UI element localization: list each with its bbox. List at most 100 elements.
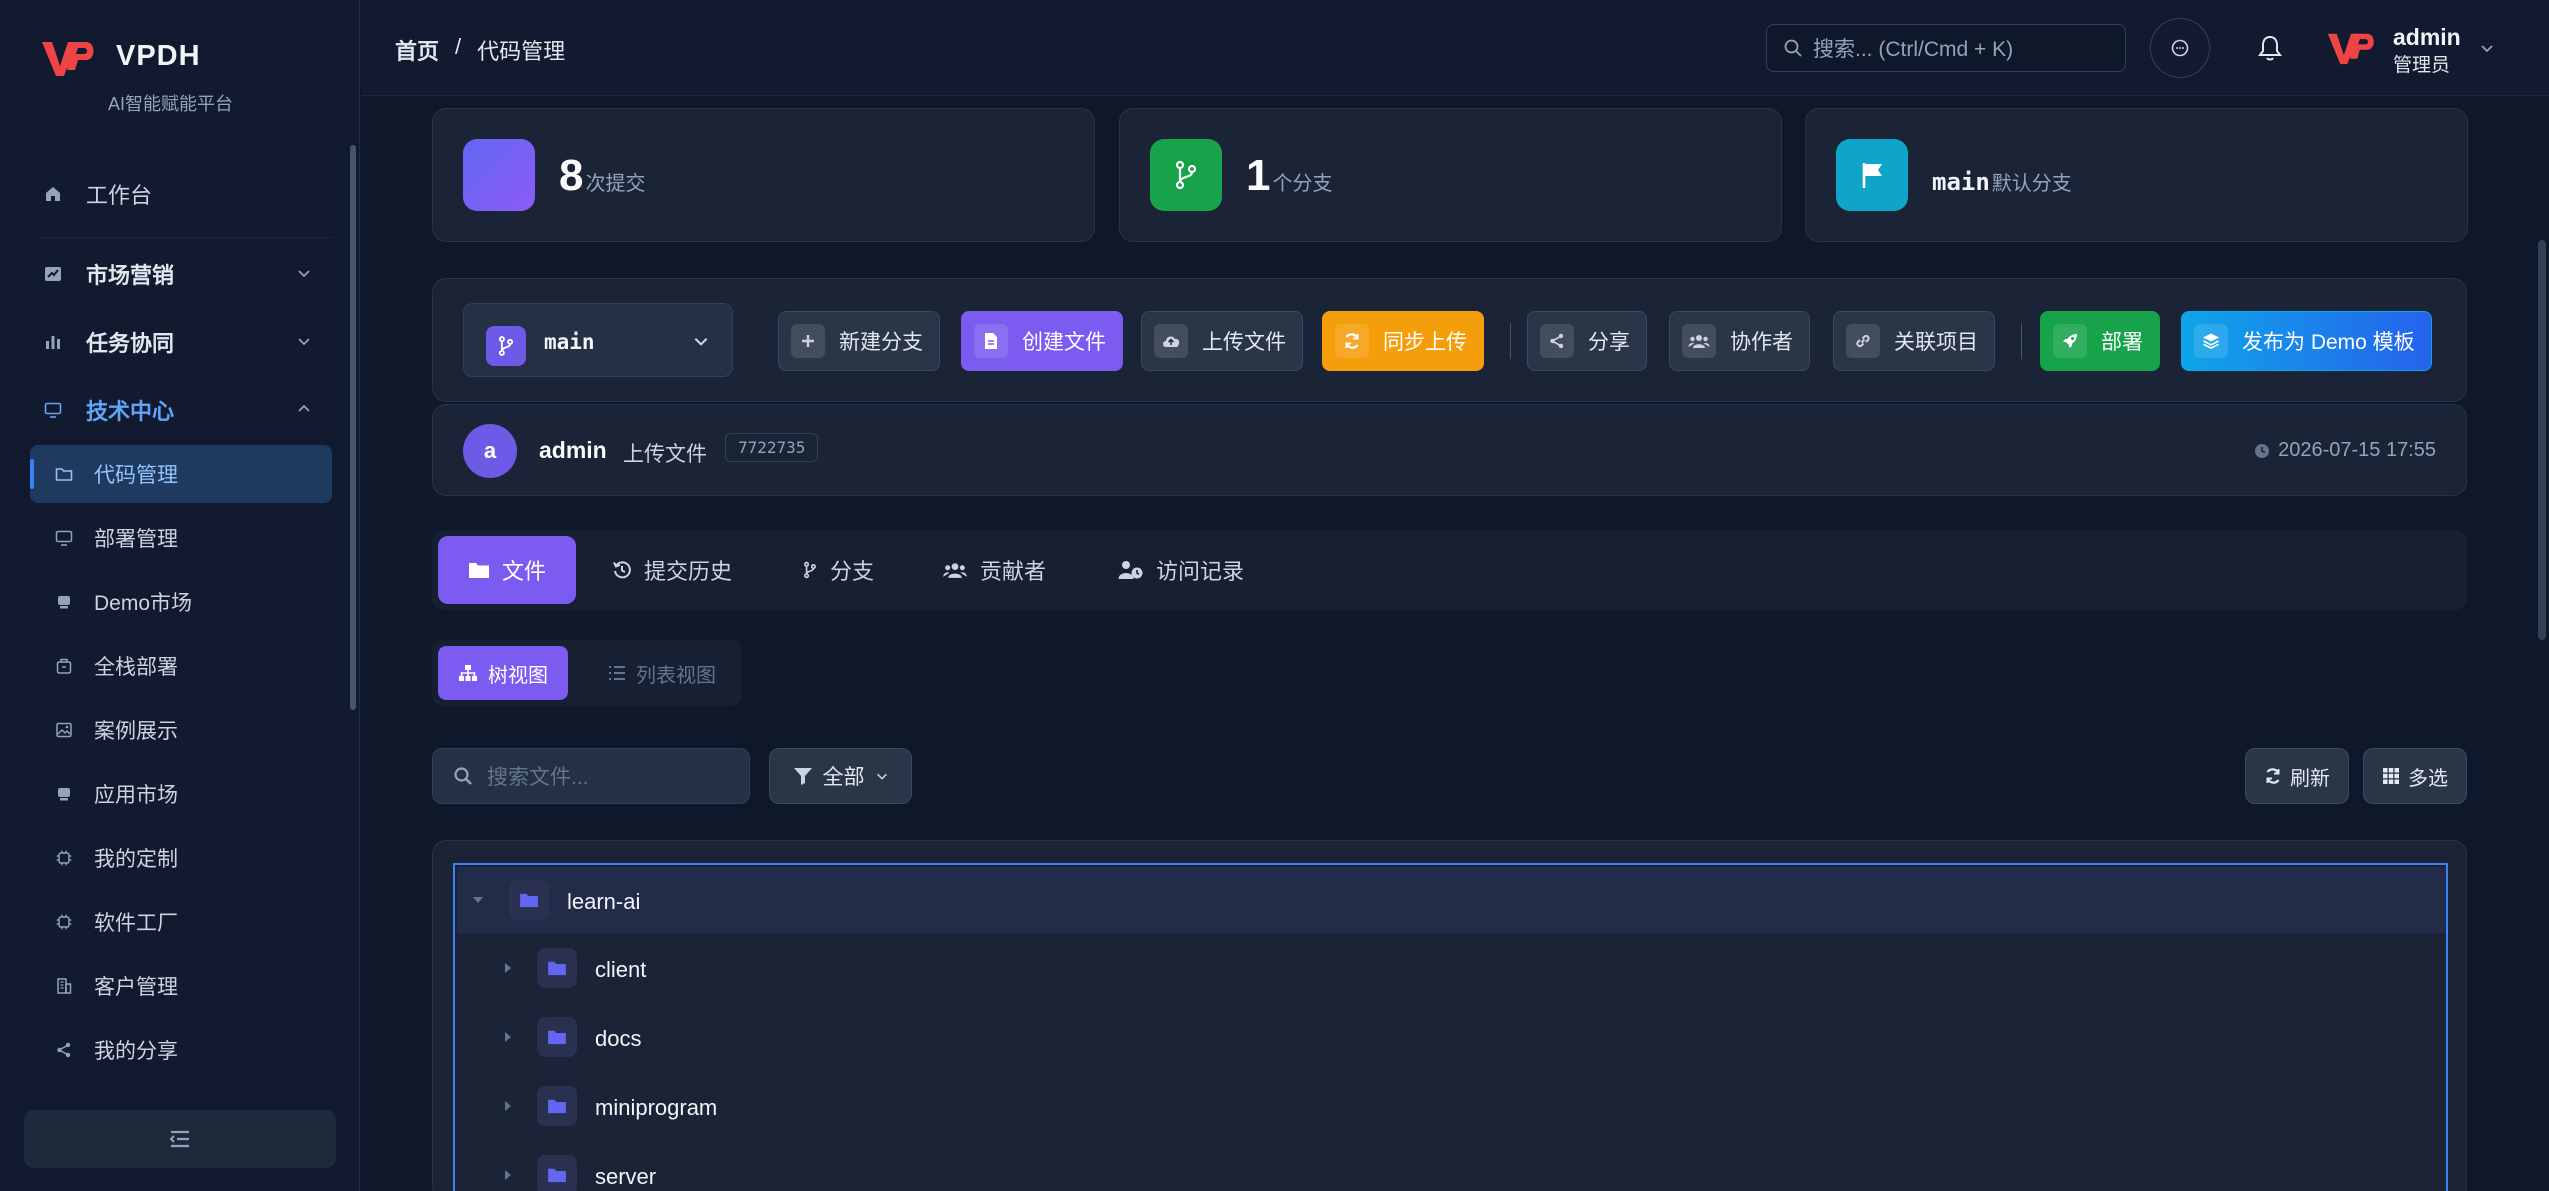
caret-right-icon[interactable] <box>501 961 515 975</box>
caret-right-icon[interactable] <box>501 1168 515 1182</box>
filter-icon <box>793 768 812 785</box>
toolbar-separator <box>2021 323 2022 359</box>
tab-contributors[interactable]: 贡献者 <box>912 536 1076 604</box>
sync-upload-button[interactable]: 同步上传 <box>1322 311 1484 371</box>
folder-icon <box>54 464 74 484</box>
tab-commit-history[interactable]: 提交历史 <box>582 536 762 604</box>
stat-default-branch: main 默认分支 <box>1932 167 2072 196</box>
image-icon <box>54 720 74 740</box>
file-search-input[interactable]: 搜索文件... <box>432 748 750 804</box>
sidebar-item-label: 我的分享 <box>94 1040 178 1063</box>
sidebar-item-label: 工作台 <box>86 183 153 208</box>
stat-commits: 8 次提交 <box>559 151 645 201</box>
sidebar-item-label: 代码管理 <box>94 464 178 487</box>
sidebar-item-workbench[interactable]: 工作台 <box>22 165 332 223</box>
link-project-label: 关联项目 <box>1894 331 1978 354</box>
collapse-menu-icon <box>169 1130 189 1148</box>
breadcrumb-separator: / <box>455 34 462 59</box>
chevron-down-icon <box>298 270 310 278</box>
stat-branches-unit: 个分支 <box>1272 173 1333 195</box>
collaborators-button[interactable]: 协作者 <box>1669 311 1810 371</box>
breadcrumb: 首页 / 代码管理 <box>395 34 565 66</box>
chat-button[interactable] <box>2150 18 2210 78</box>
sidebar-item-label: 我的定制 <box>94 848 178 871</box>
list-view-button[interactable]: 列表视图 <box>588 646 736 700</box>
tree-item-name: client <box>595 957 647 982</box>
brand-tagline: AI智能赋能平台 <box>108 94 234 114</box>
upload-file-label: 上传文件 <box>1202 331 1286 354</box>
publish-demo-button[interactable]: 发布为 Demo 模板 <box>2181 311 2432 371</box>
stat-default-branch-unit: 默认分支 <box>1991 173 2072 195</box>
commit-author: admin <box>539 437 607 463</box>
tab-branches[interactable]: 分支 <box>772 536 904 604</box>
sidebar-scrollbar[interactable] <box>350 145 356 710</box>
chat-icon <box>2171 39 2189 57</box>
commit-hash[interactable]: 7722735 <box>725 433 819 462</box>
search-icon <box>453 766 473 786</box>
sidebar-item-code-management[interactable]: 代码管理 <box>30 445 332 503</box>
avatar: a <box>463 424 517 478</box>
sidebar-item-tech-center[interactable]: 技术中心 <box>22 381 332 439</box>
stat-commits-value: 8 <box>559 151 584 200</box>
tree-row[interactable]: learn-ai <box>457 867 2446 933</box>
user-avatar-logo[interactable] <box>2326 28 2376 68</box>
sidebar-item-case-showcase[interactable]: 案例展示 <box>30 701 332 759</box>
user-name[interactable]: admin <box>2393 24 2461 51</box>
sidebar-item-my-custom[interactable]: 我的定制 <box>30 829 332 887</box>
global-search-input[interactable]: 搜索... (Ctrl/Cmd + K) <box>1766 24 2126 72</box>
sidebar-item-software-factory[interactable]: 软件工厂 <box>30 893 332 951</box>
bell-icon <box>2258 35 2282 61</box>
search-placeholder: 搜索... (Ctrl/Cmd + K) <box>1813 38 2014 61</box>
store-icon <box>54 592 74 612</box>
chevron-down-icon <box>298 338 310 346</box>
create-file-button[interactable]: 创建文件 <box>961 311 1123 371</box>
stat-card-commits: 8 次提交 <box>432 108 1095 242</box>
page-scrollbar[interactable] <box>2538 240 2546 640</box>
tab-access-log[interactable]: 访问记录 <box>1088 536 1274 604</box>
sidebar-item-marketing[interactable]: 市场营销 <box>22 245 332 303</box>
share-button[interactable]: 分享 <box>1527 311 1647 371</box>
list-view-label: 列表视图 <box>636 664 716 687</box>
tree-view-button[interactable]: 树视图 <box>438 646 568 700</box>
sidebar-item-tasks[interactable]: 任务协同 <box>22 313 332 371</box>
sidebar-item-label: 全栈部署 <box>94 656 178 679</box>
breadcrumb-home[interactable]: 首页 <box>395 34 439 66</box>
user-clock-icon <box>1118 560 1144 580</box>
sidebar-item-app-market[interactable]: 应用市场 <box>30 765 332 823</box>
chip-icon <box>54 848 74 868</box>
new-branch-button[interactable]: 新建分支 <box>778 311 940 371</box>
multi-select-button[interactable]: 多选 <box>2363 748 2467 804</box>
grid-icon <box>2383 768 2399 784</box>
notifications-button[interactable] <box>2250 28 2290 68</box>
tree-row[interactable]: server <box>457 1142 2446 1191</box>
link-project-button[interactable]: 关联项目 <box>1833 311 1995 371</box>
building-icon <box>54 976 74 996</box>
sidebar-item-fullstack-deploy[interactable]: 全栈部署 <box>30 637 332 695</box>
refresh-button[interactable]: 刷新 <box>2245 748 2349 804</box>
tab-files[interactable]: 文件 <box>438 536 577 604</box>
tab-label: 文件 <box>502 559 547 584</box>
sidebar-item-customer-management[interactable]: 客户管理 <box>30 957 332 1015</box>
sidebar-item-deploy-management[interactable]: 部署管理 <box>30 509 332 567</box>
caret-right-icon[interactable] <box>501 1099 515 1113</box>
chevron-down-icon <box>694 338 708 346</box>
branch-select[interactable]: main <box>463 303 733 377</box>
file-search-placeholder: 搜索文件... <box>487 766 589 789</box>
upload-file-button[interactable]: 上传文件 <box>1141 311 1303 371</box>
tree-row[interactable]: miniprogram <box>457 1073 2446 1139</box>
package-icon <box>54 656 74 676</box>
monitor-icon <box>42 399 64 421</box>
sidebar-item-my-share[interactable]: 我的分享 <box>30 1021 332 1079</box>
caret-right-icon[interactable] <box>501 1030 515 1044</box>
top-header: 首页 / 代码管理 搜索... (Ctrl/Cmd + K) admin 管理员 <box>361 0 2549 96</box>
tree-row[interactable]: client <box>457 935 2446 1001</box>
file-icon <box>974 324 1008 358</box>
chevron-down-icon[interactable] <box>2479 40 2495 56</box>
tree-row[interactable]: docs <box>457 1004 2446 1070</box>
file-type-filter[interactable]: 全部 <box>769 748 912 804</box>
sidebar-item-demo-market[interactable]: Demo市场 <box>30 573 332 631</box>
collapse-sidebar-button[interactable] <box>24 1110 336 1168</box>
deploy-button[interactable]: 部署 <box>2040 311 2160 371</box>
brand[interactable]: VPDH AI智能赋能平台 <box>40 30 340 120</box>
caret-down-icon[interactable] <box>471 893 485 907</box>
